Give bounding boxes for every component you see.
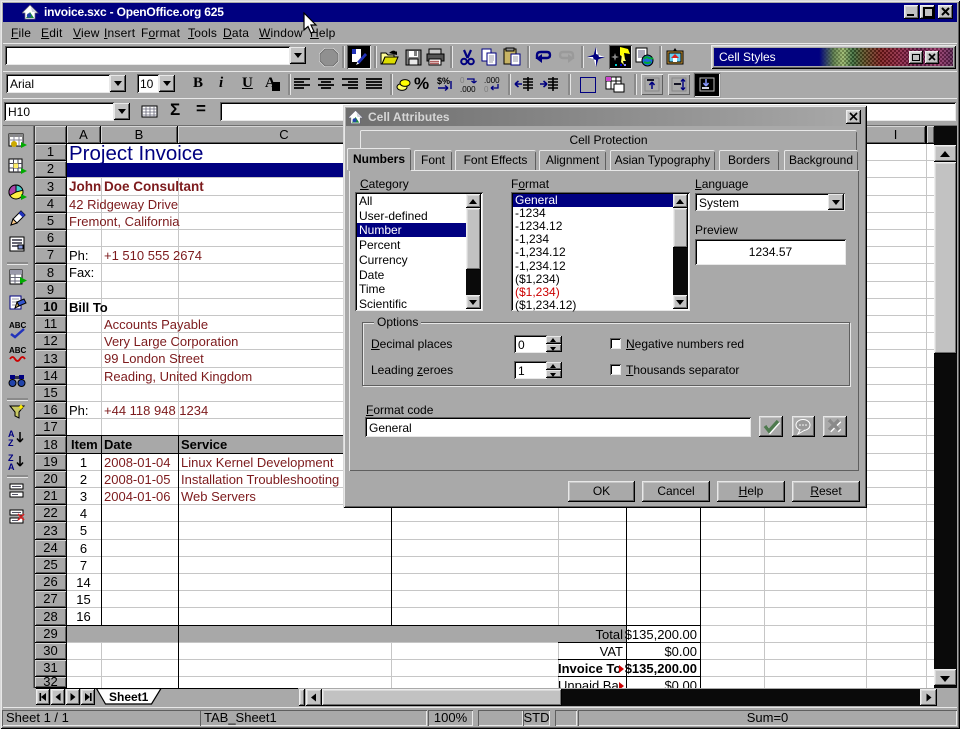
svg-text:.000: .000 bbox=[460, 85, 476, 93]
svg-text:A: A bbox=[8, 462, 15, 472]
svg-text:0: 0 bbox=[460, 76, 465, 85]
svg-text:.000: .000 bbox=[484, 76, 500, 85]
svg-text:$%: $% bbox=[437, 76, 450, 86]
svg-text:ABC: ABC bbox=[9, 321, 27, 330]
svg-text:Z: Z bbox=[8, 438, 14, 448]
svg-text:ABC: ABC bbox=[9, 346, 27, 355]
svg-text:0: 0 bbox=[484, 85, 489, 93]
